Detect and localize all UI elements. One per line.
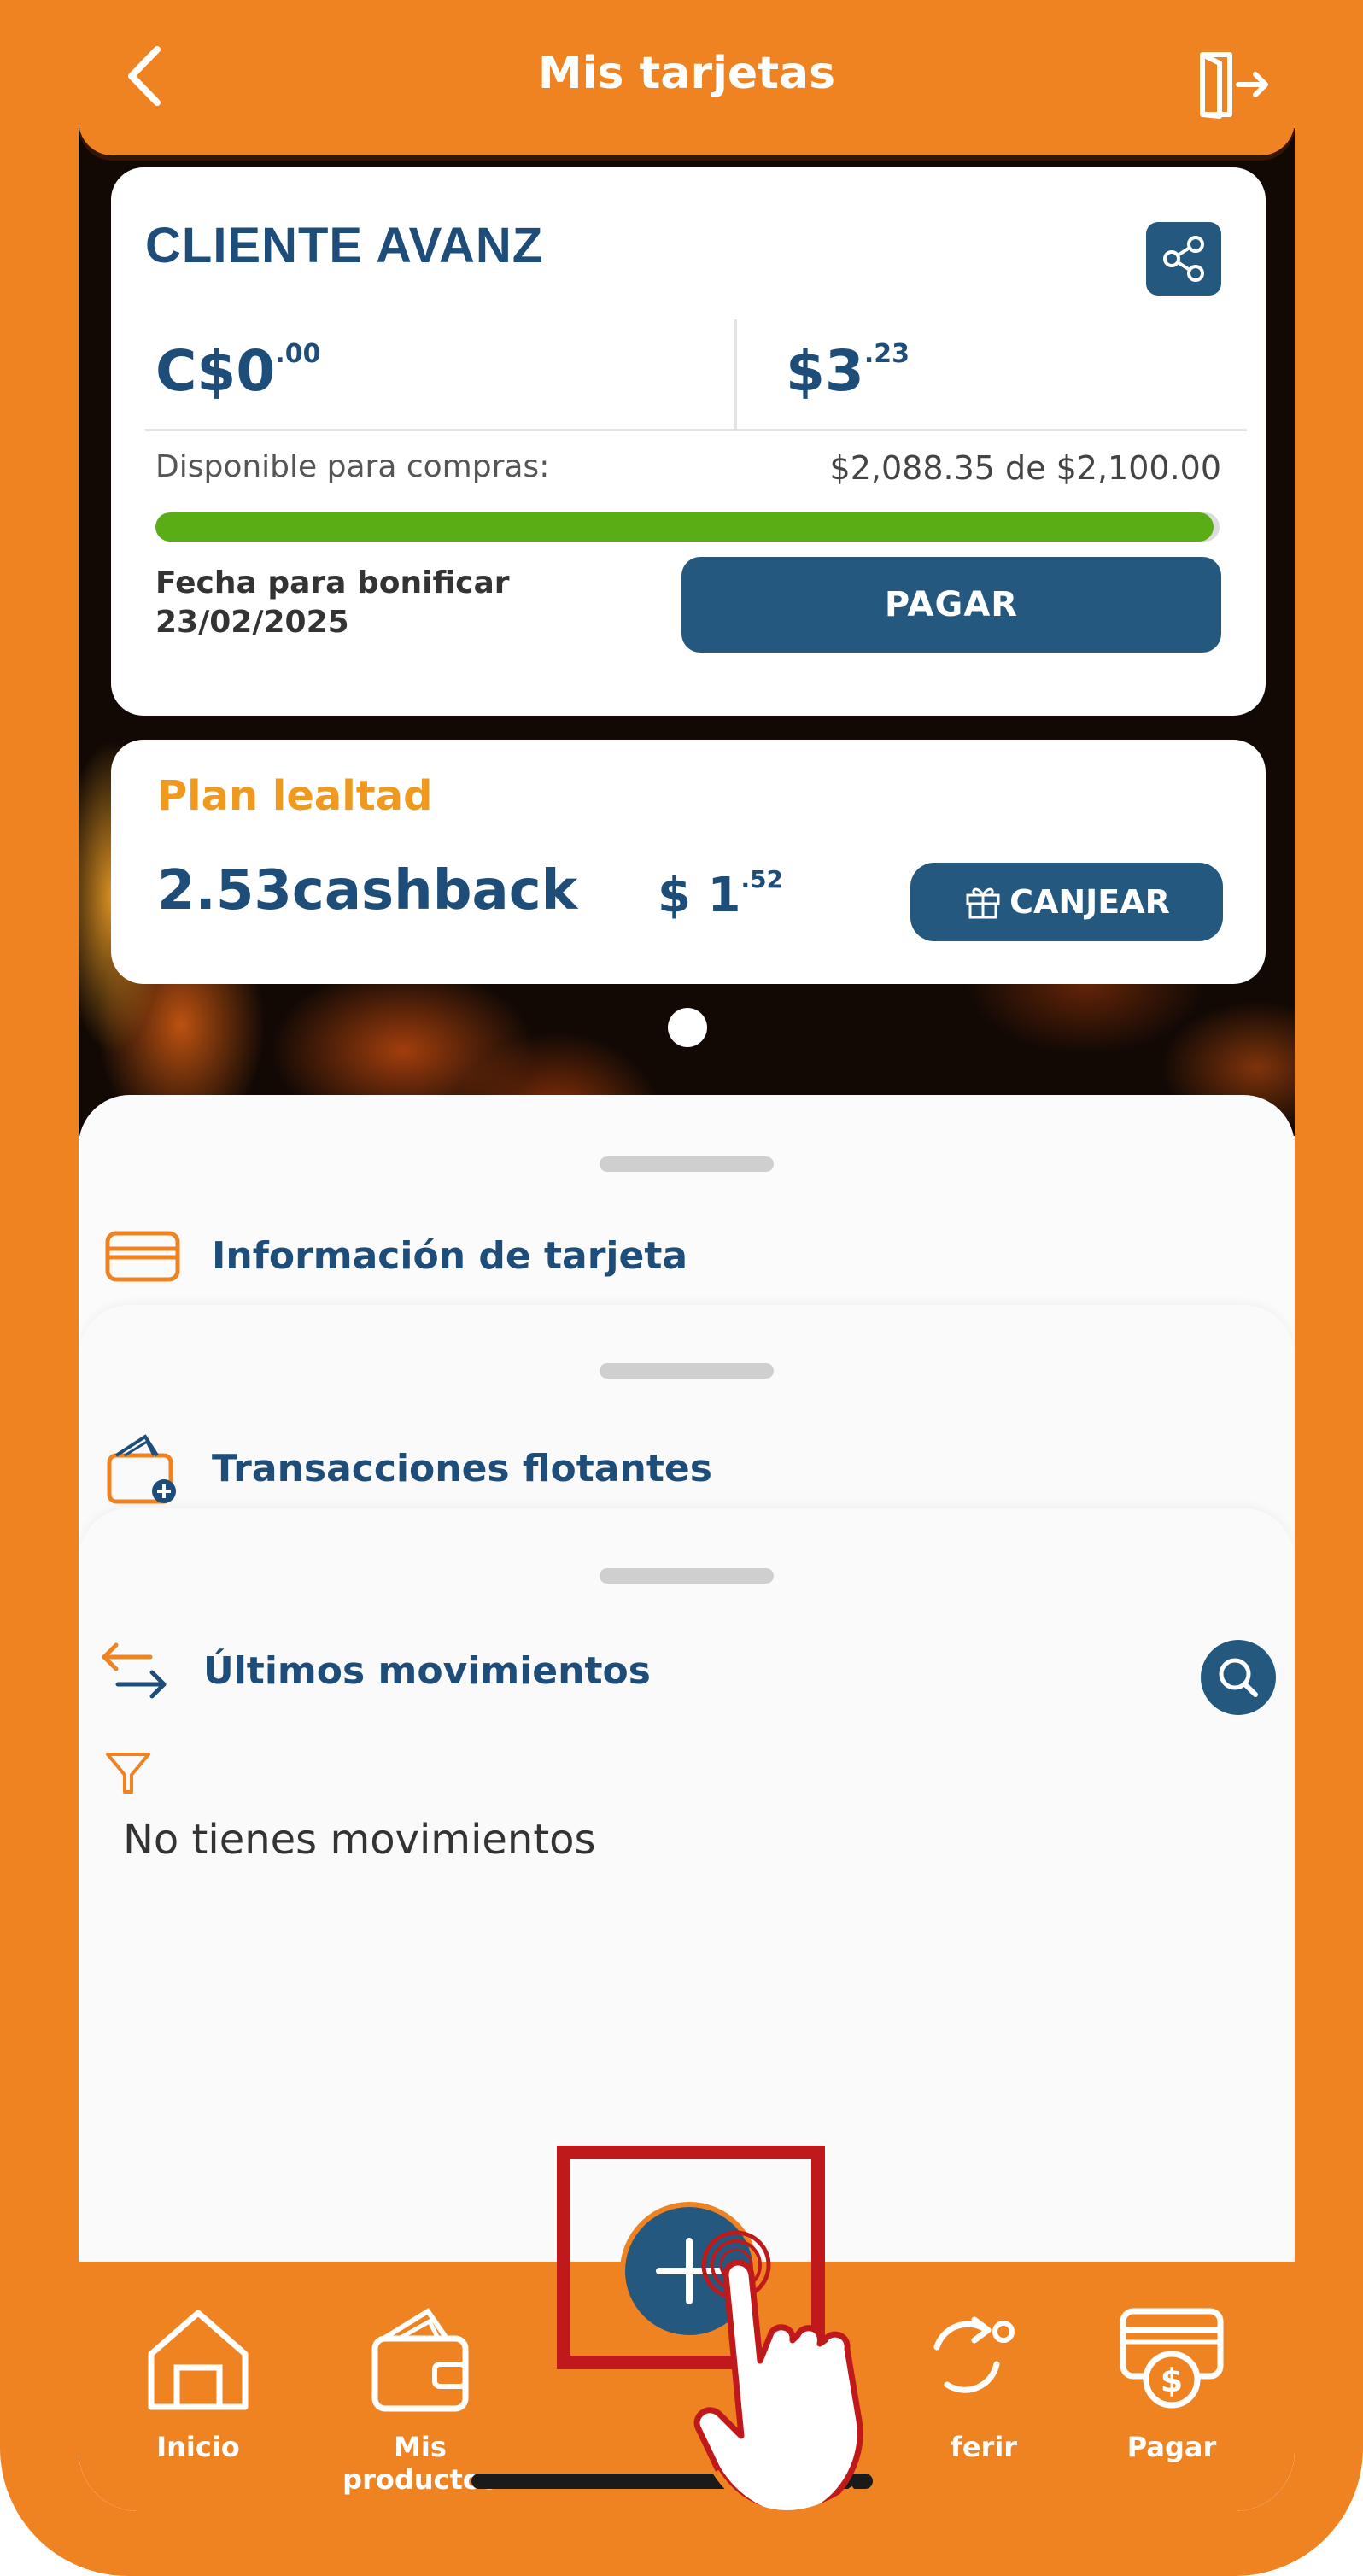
last-movements-row: Últimos movimientos bbox=[96, 1638, 651, 1703]
wallet-icon bbox=[371, 2307, 469, 2412]
credit-card-icon bbox=[105, 1231, 180, 1282]
cardholder-name: CLIENTE AVANZ bbox=[145, 218, 544, 273]
available-credit-label: Disponible para compras: bbox=[155, 449, 550, 484]
redeem-button-label: CANJEAR bbox=[1009, 883, 1170, 921]
share-icon bbox=[1163, 236, 1204, 282]
card-info-row[interactable]: Información de tarjeta bbox=[104, 1228, 687, 1283]
hand-pointer-icon bbox=[693, 2230, 863, 2511]
pay-icon: $ bbox=[1120, 2308, 1224, 2409]
wallet-add-icon bbox=[107, 1434, 176, 1504]
transfer-arrows-icon bbox=[102, 1642, 167, 1699]
transfer-icon bbox=[933, 2316, 1015, 2393]
available-credit-bar bbox=[155, 512, 1220, 542]
nav-item-mis-productos[interactable]: Mis productos bbox=[318, 2304, 523, 2496]
drag-handle[interactable] bbox=[600, 1156, 774, 1172]
last-movements-label: Últimos movimientos bbox=[203, 1648, 651, 1693]
drag-handle[interactable] bbox=[600, 1363, 774, 1379]
nav-item-inicio[interactable]: Inicio bbox=[130, 2304, 266, 2463]
floating-transactions-label: Transacciones flotantes bbox=[212, 1446, 712, 1490]
drag-handle[interactable] bbox=[600, 1568, 774, 1584]
share-button[interactable] bbox=[1146, 222, 1221, 296]
nav-label: Pagar bbox=[1126, 2431, 1217, 2463]
cashback-points: 2.53cashback bbox=[157, 859, 578, 922]
bonus-date-label: Fecha para bonificar bbox=[155, 565, 510, 600]
nav-label: Inicio bbox=[156, 2431, 240, 2463]
available-credit-value: $2,088.35 de $2,100.00 bbox=[829, 449, 1221, 487]
divider bbox=[734, 319, 737, 430]
credit-card-summary[interactable]: CLIENTE AVANZ C$0.00 $3.23 Disponible pa… bbox=[111, 167, 1266, 716]
app-screen: Mis tarjetas CLIENTE AVANZ C$0.00 $3.23 … bbox=[79, 0, 1295, 2511]
logout-icon[interactable] bbox=[1196, 50, 1272, 120]
loyalty-plan-title: Plan lealtad bbox=[157, 772, 433, 820]
balance-local-currency: C$0.00 bbox=[155, 338, 321, 404]
empty-state-message: No tienes movimientos bbox=[123, 1816, 596, 1864]
page-title: Mis tarjetas bbox=[537, 48, 836, 99]
carousel-page-indicator[interactable] bbox=[668, 1008, 707, 1047]
divider bbox=[145, 429, 1247, 431]
search-button[interactable] bbox=[1201, 1640, 1276, 1715]
svg-text:$: $ bbox=[1161, 2362, 1183, 2399]
top-app-bar: Mis tarjetas bbox=[79, 0, 1295, 155]
home-icon bbox=[148, 2310, 249, 2410]
bonus-date: Fecha para bonificar 23/02/2025 bbox=[155, 564, 510, 642]
redeem-button[interactable]: CANJEAR bbox=[910, 863, 1223, 941]
cashback-amount: $ 1.52 bbox=[658, 865, 784, 923]
floating-transactions-row[interactable]: Transacciones flotantes bbox=[104, 1430, 712, 1507]
available-credit-bar-fill bbox=[155, 512, 1214, 542]
gift-icon bbox=[966, 887, 1000, 918]
loyalty-plan-card: Plan lealtad 2.53cashback $ 1.52 CANJEAR bbox=[111, 740, 1266, 984]
search-icon bbox=[1219, 1658, 1258, 1697]
nav-item-pagar[interactable]: $ Pagar bbox=[1095, 2304, 1249, 2463]
pay-button[interactable]: PAGAR bbox=[682, 557, 1221, 653]
card-info-label: Información de tarjeta bbox=[212, 1233, 688, 1278]
bonus-date-value: 23/02/2025 bbox=[155, 605, 349, 640]
filter-icon[interactable] bbox=[104, 1749, 152, 1797]
balance-usd: $3.23 bbox=[786, 338, 910, 404]
